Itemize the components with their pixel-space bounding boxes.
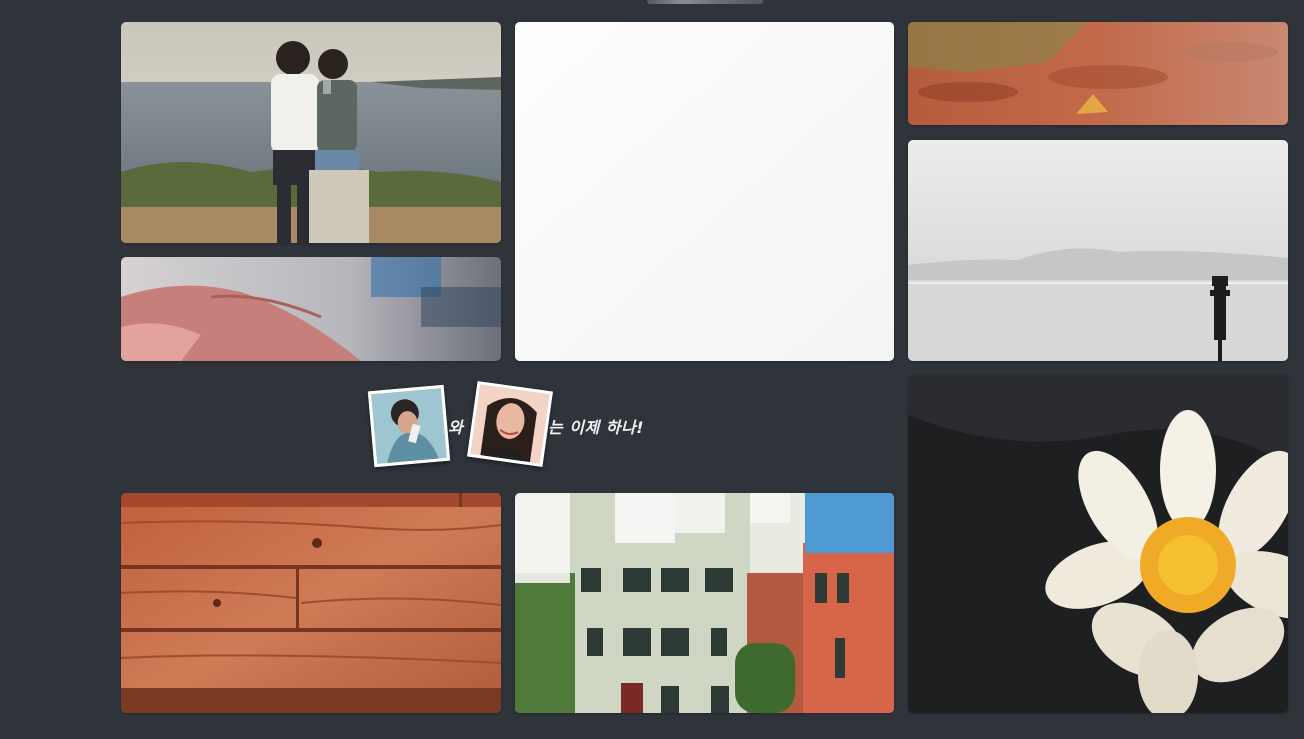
- banner-text-now-one: 는 이제 하나!: [548, 418, 645, 437]
- hand-closeup-photo[interactable]: [121, 257, 501, 361]
- avatar-woman: [467, 381, 553, 467]
- venice-buildings-photo[interactable]: [515, 493, 894, 713]
- avatar-man: [367, 384, 451, 468]
- banner-text-and: 와: [448, 418, 464, 437]
- top-ornament: [647, 0, 763, 4]
- white-lotus-photo[interactable]: [908, 375, 1288, 713]
- gallery-page: 와 는 이제 하나!: [0, 0, 1304, 739]
- autumn-leaves-photo[interactable]: [908, 22, 1288, 125]
- couple-banner: 와 는 이제 하나!: [367, 381, 668, 468]
- wood-plank-photo[interactable]: [121, 493, 501, 713]
- white-blank-photo[interactable]: [515, 22, 894, 361]
- couple-beach-photo[interactable]: [121, 22, 501, 243]
- misty-sea-photo[interactable]: [908, 140, 1288, 361]
